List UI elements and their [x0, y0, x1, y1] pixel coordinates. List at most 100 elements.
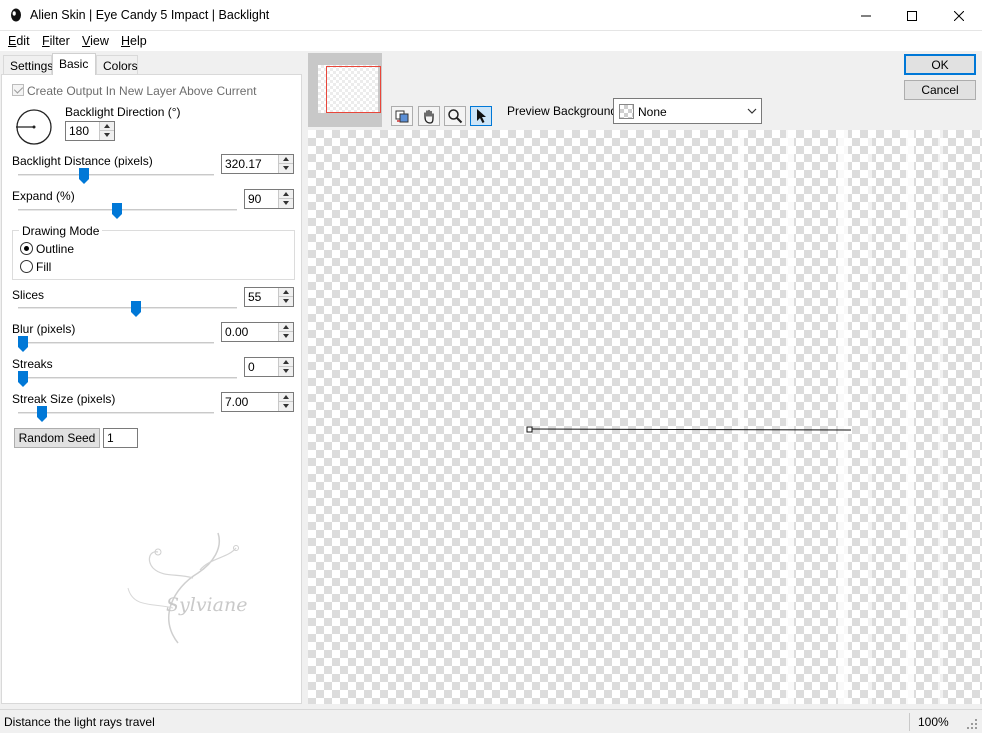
spin-up-button[interactable] [100, 122, 114, 131]
streaks-label: Streaks [12, 357, 53, 371]
streaks-slider-thumb-icon[interactable] [18, 371, 28, 387]
preview-image [526, 130, 943, 704]
spinner-arrows[interactable] [278, 393, 293, 411]
outline-radio[interactable] [20, 242, 33, 255]
preview-background-label: Preview Background: [507, 104, 621, 118]
slices-track[interactable] [18, 307, 237, 310]
status-bar: Distance the light rays travel 100% [0, 709, 982, 733]
streaks-track[interactable] [18, 377, 237, 380]
menu-view[interactable]: View [82, 34, 109, 48]
backlight-distance-track[interactable] [18, 174, 214, 177]
watermark-text: Sylviane [166, 594, 248, 616]
preview-swap-button[interactable] [391, 106, 413, 126]
dial-icon[interactable] [12, 107, 56, 147]
slices-input[interactable] [245, 288, 279, 306]
backlight-distance-slider-thumb-icon[interactable] [79, 168, 90, 184]
settings-tabs: Settings Basic Colors [0, 53, 302, 75]
spinner-arrows[interactable] [278, 358, 293, 376]
blur-label: Blur (pixels) [12, 322, 76, 336]
cancel-button[interactable]: Cancel [904, 80, 976, 100]
spin-up-button[interactable] [279, 288, 293, 297]
preview-background-select[interactable]: None [613, 98, 762, 124]
navigation-thumbnail[interactable] [308, 53, 382, 127]
streak-size-label: Streak Size (pixels) [12, 392, 116, 406]
spin-down-button[interactable] [100, 131, 114, 140]
backlight-distance-input[interactable] [222, 155, 279, 173]
backlight-direction-label: Backlight Direction (°) [65, 105, 181, 119]
spin-down-button[interactable] [279, 297, 293, 306]
streak-size-input[interactable] [222, 393, 279, 411]
spinner-arrows[interactable] [278, 288, 293, 306]
streak-size-slider-thumb-icon[interactable] [36, 406, 47, 422]
spin-up-button[interactable] [279, 393, 293, 402]
drawing-mode-label: Drawing Mode [19, 224, 103, 238]
watermark-flourish-icon [127, 532, 239, 644]
expand-spinner[interactable] [244, 189, 294, 209]
blur-slider-thumb-icon[interactable] [18, 336, 28, 352]
spinner-arrows[interactable] [278, 323, 293, 341]
close-icon [954, 10, 964, 21]
blur-spinner[interactable] [221, 322, 294, 342]
ok-button[interactable]: OK [904, 54, 976, 75]
outline-label: Outline [36, 242, 75, 256]
menu-edit[interactable]: Edit [8, 34, 30, 48]
backlight-direction-spinner[interactable] [65, 121, 115, 141]
menu-help[interactable]: Help [121, 34, 147, 48]
spin-down-button[interactable] [279, 402, 293, 411]
preview-background-value: None [638, 105, 667, 119]
expand-label: Expand (%) [12, 189, 75, 203]
tab-settings[interactable]: Settings [3, 55, 53, 75]
zoom-tool-button[interactable] [444, 106, 466, 126]
spin-down-button[interactable] [279, 199, 293, 208]
streaks-input[interactable] [245, 358, 279, 376]
maximize-icon [907, 10, 917, 21]
maximize-button[interactable] [889, 0, 935, 31]
hand-tool-button[interactable] [418, 106, 440, 126]
create-output-checkbox[interactable] [12, 84, 24, 96]
menu-help-accelerator: H [121, 34, 131, 48]
expand-track[interactable] [18, 209, 237, 212]
menu-filter[interactable]: Filter [42, 34, 70, 48]
spin-up-button[interactable] [279, 358, 293, 367]
random-seed-input[interactable] [104, 429, 137, 447]
spin-up-button[interactable] [279, 155, 293, 164]
spin-down-button[interactable] [279, 332, 293, 341]
minimize-icon [861, 15, 871, 16]
navigation-view-rectangle[interactable] [326, 66, 381, 113]
minimize-button[interactable] [843, 0, 889, 31]
resize-grip-icon[interactable] [966, 718, 978, 730]
pointer-tool-button[interactable] [470, 106, 492, 126]
expand-slider-thumb-icon[interactable] [112, 203, 123, 219]
spinner-arrows[interactable] [278, 190, 293, 208]
watermark: Sylviane [118, 528, 268, 652]
hand-icon [424, 109, 434, 124]
background-swatch [619, 104, 634, 119]
random-seed-button[interactable]: Random Seed [14, 428, 100, 448]
expand-input[interactable] [245, 190, 279, 208]
fill-radio[interactable] [20, 260, 33, 273]
streak-size-spinner[interactable] [221, 392, 294, 412]
slices-spinner[interactable] [244, 287, 294, 307]
tab-colors[interactable]: Colors [96, 55, 138, 75]
slices-slider-thumb-icon[interactable] [130, 301, 141, 317]
spinner-arrows[interactable] [99, 122, 114, 140]
backlight-direction-input[interactable] [66, 122, 100, 140]
spinner-arrows[interactable] [278, 155, 293, 173]
random-seed-field[interactable] [103, 428, 138, 448]
streak-size-track[interactable] [18, 412, 214, 415]
spin-down-button[interactable] [279, 164, 293, 173]
tab-basic[interactable]: Basic [52, 53, 96, 75]
spin-up-button[interactable] [279, 190, 293, 199]
blur-track[interactable] [18, 342, 214, 345]
backlight-distance-spinner[interactable] [221, 154, 294, 174]
menu-help-label: elp [130, 34, 147, 48]
spin-down-button[interactable] [279, 367, 293, 376]
spin-up-button[interactable] [279, 323, 293, 332]
blur-input[interactable] [222, 323, 279, 341]
menu-bar: Edit Filter View Help [0, 31, 982, 51]
streaks-spinner[interactable] [244, 357, 294, 377]
close-button[interactable] [936, 0, 982, 31]
status-separator [909, 713, 910, 731]
chevron-down-icon [747, 108, 757, 114]
preview-canvas[interactable] [308, 130, 982, 704]
